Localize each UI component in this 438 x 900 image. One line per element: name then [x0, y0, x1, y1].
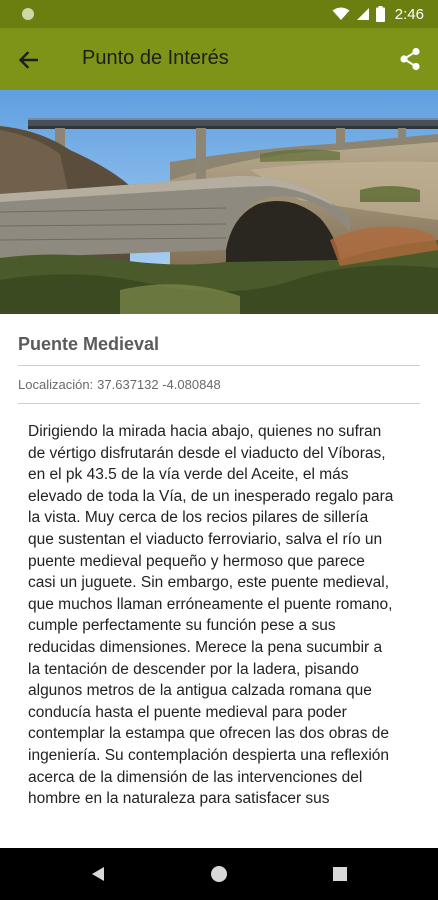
- poi-detail: Puente Medieval Localización: 37.637132 -…: [0, 314, 438, 848]
- wifi-icon: [332, 7, 350, 20]
- nav-recents-icon: [333, 867, 347, 881]
- location-label: Localización:: [18, 377, 94, 392]
- share-button[interactable]: [392, 41, 428, 77]
- location-coords: 37.637132 -4.080848: [97, 377, 221, 392]
- poi-location: Localización: 37.637132 -4.080848: [18, 377, 225, 392]
- poi-description: Dirigiendo la mirada hacia abajo, quiene…: [28, 423, 394, 808]
- nav-back-button[interactable]: [86, 862, 110, 886]
- nav-back-icon: [92, 867, 104, 881]
- bridge-landscape-illustration: [0, 90, 438, 314]
- notification-dot-icon: [22, 8, 34, 20]
- status-time: 2:46: [394, 5, 424, 23]
- nav-home-icon: [211, 866, 227, 882]
- share-icon: [400, 47, 420, 71]
- divider: [18, 403, 420, 404]
- back-arrow-icon: [18, 51, 38, 69]
- nav-recents-button[interactable]: [328, 862, 352, 886]
- system-nav-bar: [0, 848, 438, 900]
- status-bar: 2:46: [0, 0, 438, 28]
- back-button[interactable]: [10, 42, 46, 78]
- signal-icon: [356, 8, 369, 20]
- poi-name: Puente Medieval: [18, 334, 160, 354]
- nav-home-button[interactable]: [207, 862, 231, 886]
- divider: [18, 365, 420, 366]
- app-bar: Punto de Interés: [0, 28, 438, 90]
- battery-icon: [375, 6, 385, 22]
- poi-photo: [0, 90, 438, 314]
- app-title: Punto de Interés: [82, 47, 229, 69]
- status-icons: 2:46: [332, 4, 424, 24]
